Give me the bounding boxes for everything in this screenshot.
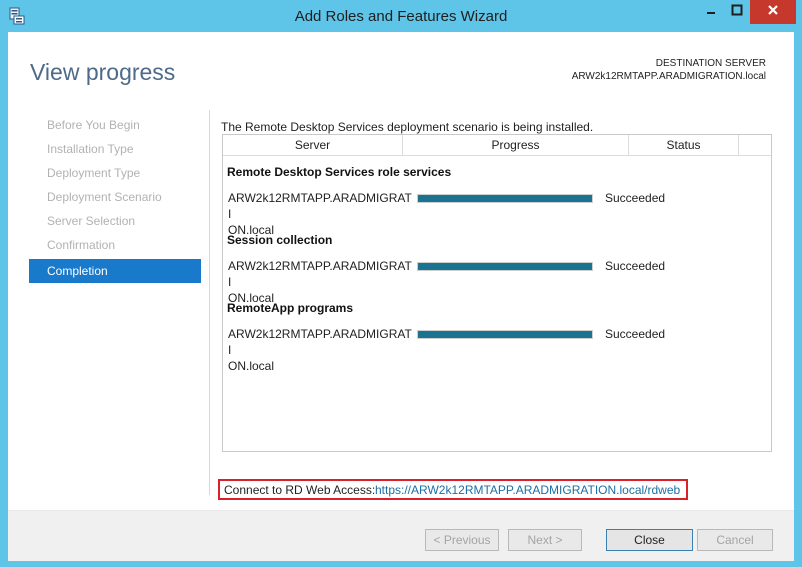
progress-bar <box>417 262 593 271</box>
close-window-button[interactable] <box>750 0 796 24</box>
status-text: Succeeded <box>605 191 666 205</box>
progress-fill <box>418 263 592 270</box>
cancel-button[interactable]: Cancel <box>697 529 773 551</box>
minimize-button[interactable] <box>698 0 724 24</box>
table-header: Server Progress Status <box>223 135 771 156</box>
column-header-status[interactable]: Status <box>629 135 739 155</box>
title-bar[interactable]: Add Roles and Features Wizard <box>0 0 802 32</box>
window-title: Add Roles and Features Wizard <box>294 8 508 25</box>
previous-button[interactable]: < Previous <box>425 529 499 551</box>
step-deployment-type[interactable]: Deployment Type <box>29 163 201 187</box>
step-deployment-scenario[interactable]: Deployment Scenario <box>29 187 201 211</box>
server-name: ARW2k12RMTAPP.ARADMIGRATI ON.local <box>228 190 413 238</box>
destination-server-name: ARW2k12RMTAPP.ARADMIGRATION.local <box>571 71 766 82</box>
progress-intro: The Remote Desktop Services deployment s… <box>221 120 594 134</box>
next-button[interactable]: Next > <box>508 529 582 551</box>
window-frame: Add Roles and Features Wizard View progr… <box>0 0 802 567</box>
step-completion[interactable]: Completion <box>29 259 201 283</box>
page-title: View progress <box>30 59 176 85</box>
status-text: Succeeded <box>605 259 666 273</box>
column-header-progress[interactable]: Progress <box>403 135 629 155</box>
rd-web-access-label: Connect to RD Web Access: <box>224 483 376 497</box>
server-name-line: ARW2k12RMTAPP.ARADMIGRATI <box>228 259 412 289</box>
rd-web-access-link[interactable]: https://ARW2k12RMTAPP.ARADMIGRATION.loca… <box>375 483 680 497</box>
column-header-server[interactable]: Server <box>223 135 403 155</box>
step-before-you-begin[interactable]: Before You Begin <box>29 115 201 139</box>
group-title: Session collection <box>227 233 333 247</box>
destination-server-label: DESTINATION SERVER <box>655 58 766 69</box>
close-icon <box>767 3 779 21</box>
progress-fill <box>418 331 592 338</box>
nav-divider <box>209 110 210 495</box>
progress-bar <box>417 194 593 203</box>
group-title: Remote Desktop Services role services <box>227 165 452 179</box>
maximize-icon <box>731 3 743 21</box>
minimize-icon <box>705 3 717 21</box>
progress-bar <box>417 330 593 339</box>
column-header-filler <box>739 135 771 155</box>
wizard-client-area: View progress DESTINATION SERVER ARW2k12… <box>8 32 794 561</box>
wizard-steps: Before You Begin Installation Type Deplo… <box>29 115 201 283</box>
close-button[interactable]: Close <box>606 529 693 551</box>
server-name-line: ARW2k12RMTAPP.ARADMIGRATI <box>228 327 412 357</box>
server-name: ARW2k12RMTAPP.ARADMIGRATI ON.local <box>228 258 413 306</box>
progress-fill <box>418 195 592 202</box>
progress-table: Server Progress Status Remote Desktop Se… <box>222 134 772 452</box>
step-installation-type[interactable]: Installation Type <box>29 139 201 163</box>
maximize-button[interactable] <box>724 0 750 24</box>
server-name-line: ON.local <box>228 359 275 373</box>
rd-web-access-highlight: Connect to RD Web Access: https://ARW2k1… <box>218 479 688 500</box>
step-server-selection[interactable]: Server Selection <box>29 211 201 235</box>
step-confirmation[interactable]: Confirmation <box>29 235 201 259</box>
server-name-line: ARW2k12RMTAPP.ARADMIGRATI <box>228 191 412 221</box>
status-text: Succeeded <box>605 327 666 341</box>
wizard-footer: < Previous Next > Close Cancel <box>8 511 794 561</box>
server-name: ARW2k12RMTAPP.ARADMIGRATI ON.local <box>228 326 413 374</box>
group-title: RemoteApp programs <box>227 301 354 315</box>
